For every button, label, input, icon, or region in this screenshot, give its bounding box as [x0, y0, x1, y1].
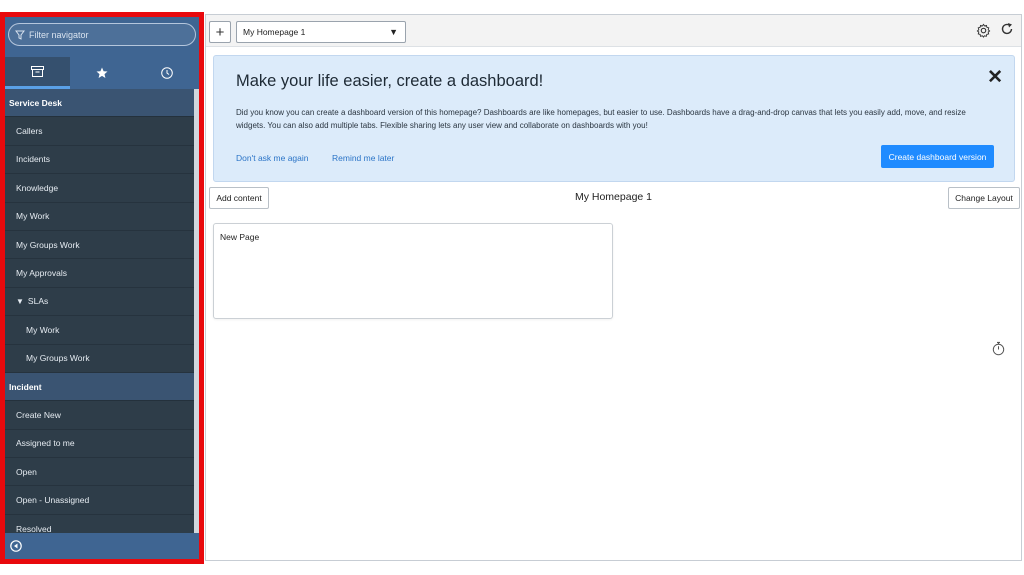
- page-title: My Homepage 1: [574, 191, 653, 203]
- sidebar-item-assigned-to-me[interactable]: Assigned to me: [5, 430, 194, 459]
- widget-title: New Page: [220, 232, 260, 242]
- navigator-scrollbar[interactable]: [194, 89, 199, 545]
- sidebar-item-open[interactable]: Open: [5, 458, 194, 487]
- sidebar-footer: [5, 533, 199, 559]
- sidebar-item-my-approvals[interactable]: My Approvals: [5, 259, 194, 288]
- filter-wrap: Filter navigator: [5, 17, 199, 57]
- sidebar-item-slas[interactable]: ▼ SLAs: [5, 288, 194, 317]
- sidebar-item-open-unassigned[interactable]: Open - Unassigned: [5, 486, 194, 515]
- tab-all-applications[interactable]: [5, 57, 70, 89]
- sidebar-item-my-groups-work[interactable]: My Groups Work: [5, 231, 194, 260]
- remind-later-link[interactable]: Remind me later: [332, 153, 394, 163]
- filter-icon: [15, 30, 25, 40]
- dashboard-promo-banner: Make your life easier, create a dashboar…: [213, 55, 1015, 182]
- add-homepage-button[interactable]: +: [209, 21, 231, 43]
- filter-placeholder: Filter navigator: [29, 29, 89, 40]
- sidebar-item-slas-my-work[interactable]: My Work: [5, 316, 194, 345]
- banner-title: Make your life easier, create a dashboar…: [236, 72, 544, 90]
- homepage-select[interactable]: My Homepage 1 ▼: [236, 21, 406, 43]
- navigator-menu-list: Service Desk Callers Incidents Knowledge…: [5, 89, 194, 545]
- archive-icon: [30, 66, 44, 77]
- sidebar-item-incidents[interactable]: Incidents: [5, 146, 194, 175]
- section-service-desk[interactable]: Service Desk: [5, 89, 194, 118]
- refresh-icon[interactable]: [1000, 22, 1014, 36]
- section-incident[interactable]: Incident: [5, 372, 194, 402]
- dont-ask-again-link[interactable]: Don't ask me again: [236, 153, 309, 163]
- create-dashboard-button[interactable]: Create dashboard version: [881, 145, 994, 168]
- triangle-down-icon: ▼: [16, 296, 24, 306]
- sidebar-item-my-work[interactable]: My Work: [5, 203, 194, 231]
- sidebar-item-callers[interactable]: Callers: [5, 117, 194, 146]
- banner-body: Did you know you can create a dashboard …: [236, 108, 966, 130]
- navigator-tabs: [5, 57, 199, 89]
- navigator-highlight-frame: Filter navigator Service Desk Callers In…: [0, 12, 204, 564]
- tab-favorites[interactable]: [70, 57, 135, 89]
- star-icon: [96, 67, 108, 78]
- change-layout-button[interactable]: Change Layout: [948, 187, 1020, 209]
- caret-down-icon: ▼: [389, 27, 398, 37]
- sidebar-item-slas-label: SLAs: [27, 296, 49, 307]
- sidebar-item-slas-my-groups-work[interactable]: My Groups Work: [5, 345, 194, 373]
- collapse-navigator-icon[interactable]: [10, 540, 22, 552]
- application-navigator: Filter navigator Service Desk Callers In…: [5, 17, 199, 559]
- homepage-select-value: My Homepage 1: [243, 27, 306, 37]
- stopwatch-icon[interactable]: [992, 341, 1005, 356]
- sidebar-item-knowledge[interactable]: Knowledge: [5, 174, 194, 203]
- sidebar-item-create-new[interactable]: Create New: [5, 401, 194, 430]
- filter-navigator-input[interactable]: Filter navigator: [8, 23, 196, 46]
- close-icon[interactable]: ✕: [987, 66, 1003, 89]
- widget-new-page[interactable]: New Page: [213, 223, 613, 319]
- homepage-content: + My Homepage 1 ▼ Make your life easier,…: [205, 14, 1022, 561]
- tab-history[interactable]: [134, 57, 199, 89]
- gear-icon[interactable]: [976, 23, 991, 38]
- clock-icon: [160, 67, 173, 79]
- homepage-toolbar: + My Homepage 1 ▼: [206, 15, 1021, 47]
